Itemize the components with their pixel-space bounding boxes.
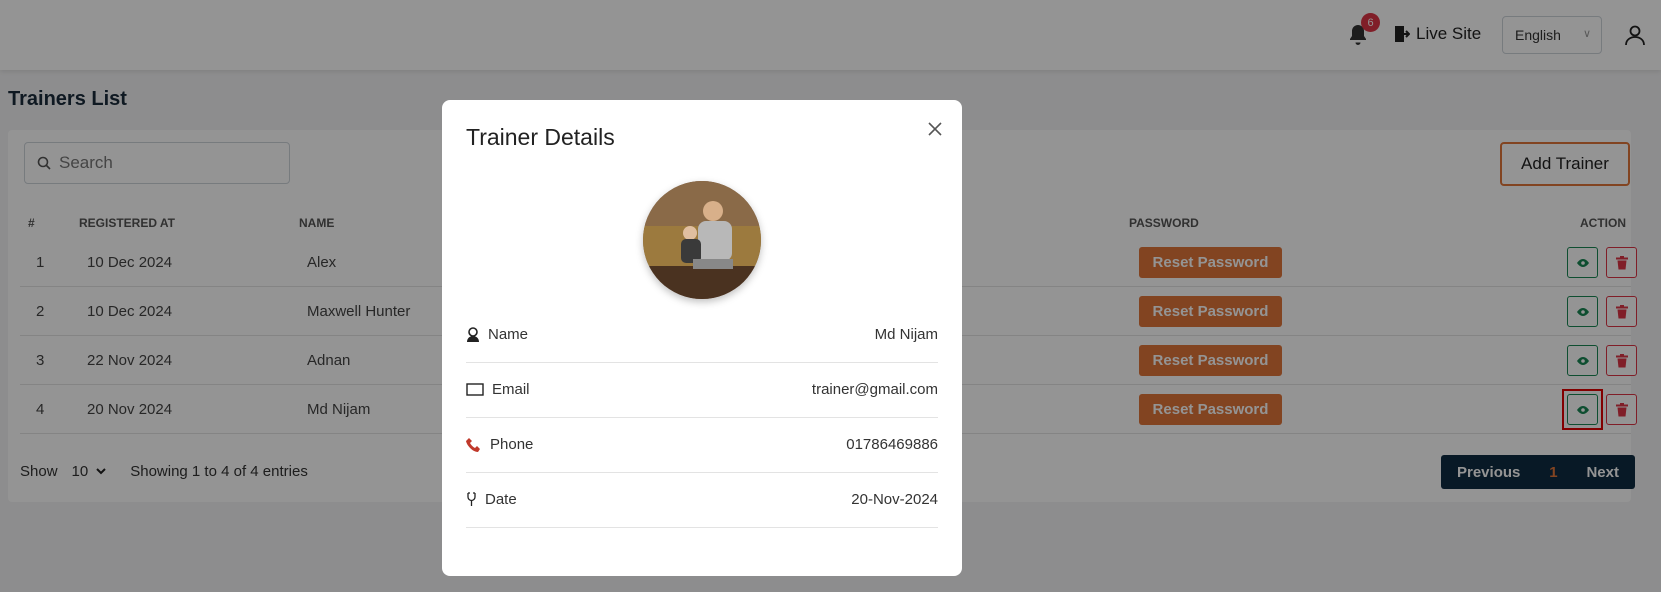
date-value: 20-Nov-2024 bbox=[851, 491, 938, 508]
phone-icon bbox=[466, 437, 480, 452]
date-label: Date bbox=[485, 491, 517, 508]
trainer-avatar bbox=[643, 181, 761, 299]
user-icon bbox=[467, 326, 479, 342]
close-icon[interactable] bbox=[924, 118, 946, 140]
trainer-details-modal: Trainer Details Name Md Nijam Email trai… bbox=[442, 100, 962, 576]
date-row: Date 20-Nov-2024 bbox=[466, 473, 938, 528]
date-icon bbox=[467, 492, 476, 506]
name-value: Md Nijam bbox=[874, 326, 938, 343]
name-label: Name bbox=[488, 326, 529, 343]
modal-title: Trainer Details bbox=[466, 124, 615, 150]
phone-value: 01786469886 bbox=[846, 436, 938, 453]
email-value: trainer@gmail.com bbox=[811, 381, 938, 398]
phone-label: Phone bbox=[490, 436, 534, 453]
email-row: Email trainer@gmail.com bbox=[466, 363, 938, 418]
phone-row: Phone 01786469886 bbox=[466, 418, 938, 473]
email-label: Email bbox=[492, 381, 530, 398]
name-row: Name Md Nijam bbox=[466, 308, 938, 363]
envelope-icon bbox=[466, 383, 484, 396]
